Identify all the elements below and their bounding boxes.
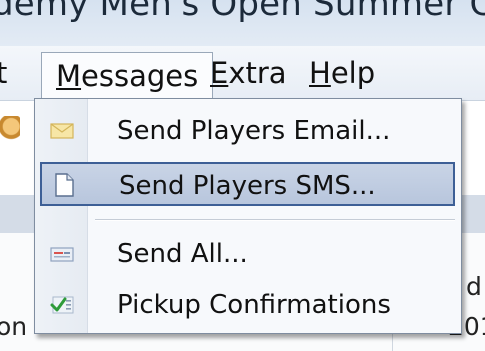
- window-title-bar: demy Men's Open Summer Clay Supe: [0, 0, 485, 46]
- menu-item-pickup-confirmations[interactable]: Pickup Confirmations: [35, 283, 461, 327]
- menu-item-cut-off[interactable]: t: [0, 46, 22, 100]
- menu-item-label: Pickup Confirmations: [117, 290, 391, 320]
- menu-extra-label: xtra: [228, 56, 287, 90]
- menu-item-send-players-sms[interactable]: Send Players SMS...: [40, 162, 455, 206]
- envelope-icon: [49, 119, 75, 143]
- person-icon[interactable]: [0, 116, 20, 146]
- send-all-icon: [49, 242, 75, 266]
- menu-help[interactable]: Help: [309, 46, 375, 100]
- menu-help-label: elp: [330, 56, 376, 90]
- menu-item-label: Send Players SMS...: [119, 171, 376, 201]
- menu-bar: t Messages Extra Help: [0, 46, 485, 101]
- menu-messages-label: essages: [81, 59, 199, 93]
- menu-extra[interactable]: Extra: [210, 46, 287, 100]
- window-title: demy Men's Open Summer Clay Supe: [0, 0, 485, 24]
- document-icon: [51, 172, 77, 197]
- menu-item-send-players-email[interactable]: Send Players Email...: [35, 109, 461, 153]
- menu-extra-mnemonic: E: [210, 56, 229, 90]
- menu-item-label: Send All...: [117, 239, 248, 269]
- menu-messages-mnemonic: M: [56, 59, 82, 93]
- menu-messages[interactable]: Messages: [41, 52, 214, 100]
- grid-cell-text: on: [0, 312, 28, 341]
- checkmark-list-icon: [49, 293, 75, 317]
- menu-item-label: Send Players Email...: [117, 116, 391, 146]
- menu-help-mnemonic: H: [309, 56, 331, 90]
- grid-header-text: d: [466, 272, 482, 301]
- menu-item-send-all[interactable]: Send All...: [35, 232, 461, 276]
- menu-separator: [95, 219, 455, 221]
- messages-dropdown-menu: Send Players Email... Send Players SMS..…: [34, 98, 462, 334]
